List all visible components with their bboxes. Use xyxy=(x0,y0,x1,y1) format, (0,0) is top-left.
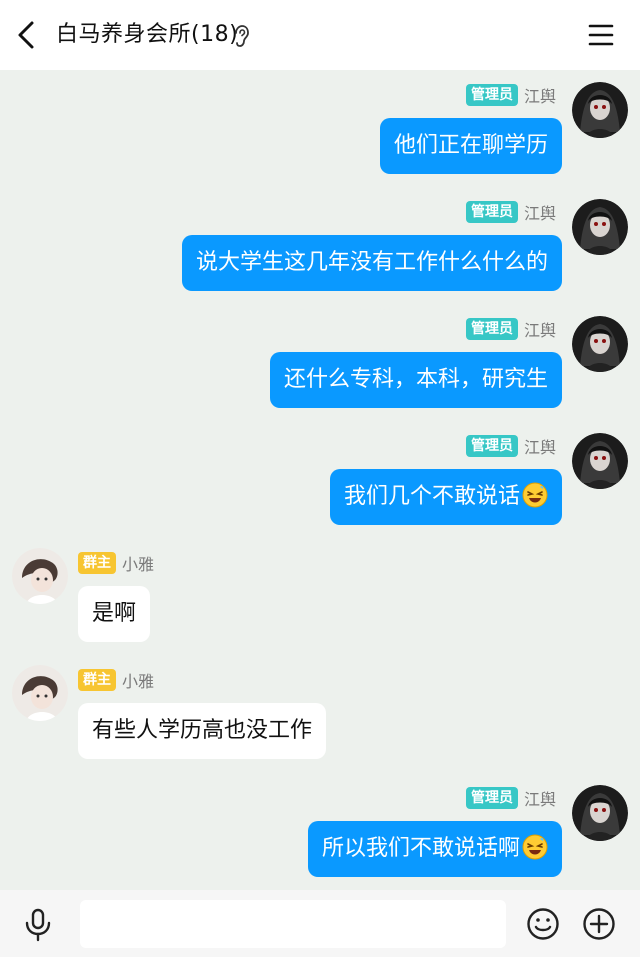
sender-info: 管理员 江舆 xyxy=(465,434,556,458)
admin-badge: 管理员 xyxy=(465,84,518,106)
message-row: 管理员 江舆还什么专科，本科，研究生 xyxy=(0,306,640,416)
chat-title: 白马养身会所(18) xyxy=(56,22,239,47)
smiley-icon xyxy=(527,908,559,940)
avatar[interactable] xyxy=(572,785,628,841)
message-text: 我们几个不敢说话 xyxy=(343,484,520,509)
message-text: 有些人学历高也没工作 xyxy=(92,718,313,743)
message-text: 是啊 xyxy=(92,601,137,626)
sender-name[interactable]: 小雅 xyxy=(122,668,154,692)
message-input[interactable] xyxy=(80,900,506,948)
avatar[interactable] xyxy=(12,548,68,604)
admin-badge: 管理员 xyxy=(465,787,518,809)
message-text: 说大学生这几年没有工作什么什么的 xyxy=(195,250,548,275)
message-row: 群主 小雅是啊 xyxy=(0,540,640,650)
plus-circle-icon xyxy=(583,908,615,940)
message-bubble[interactable]: 所以我们不敢说话啊 xyxy=(307,821,562,877)
menu-button[interactable] xyxy=(588,22,614,48)
chevron-left-icon xyxy=(18,21,34,49)
sender-info: 群主 小雅 xyxy=(78,669,154,691)
message-bubble[interactable]: 是啊 xyxy=(78,586,151,642)
laughing-emoji-icon xyxy=(522,482,548,508)
emoji-button[interactable] xyxy=(526,907,560,941)
message-bubble[interactable]: 有些人学历高也没工作 xyxy=(78,703,327,759)
sender-name[interactable]: 江舆 xyxy=(524,317,556,341)
sender-name[interactable]: 江舆 xyxy=(524,434,556,458)
message-text: 所以我们不敢说话啊 xyxy=(321,836,520,861)
admin-badge: 管理员 xyxy=(465,435,518,457)
sender-info: 管理员 江舆 xyxy=(465,786,556,810)
admin-badge: 管理员 xyxy=(465,318,518,340)
message-row: 群主 小雅有些人学历高也没工作 xyxy=(0,657,640,767)
input-bar xyxy=(0,890,640,957)
sender-info: 群主 小雅 xyxy=(78,552,154,574)
laughing-emoji-icon xyxy=(522,834,548,860)
message-row: 管理员 江舆他们正在聊学历 xyxy=(0,72,640,182)
sender-info: 管理员 江舆 xyxy=(465,200,556,224)
menu-icon xyxy=(588,24,614,46)
sender-name[interactable]: 江舆 xyxy=(524,83,556,107)
avatar[interactable] xyxy=(572,82,628,138)
admin-badge: 管理员 xyxy=(465,201,518,223)
avatar[interactable] xyxy=(572,433,628,489)
avatar[interactable] xyxy=(12,665,68,721)
message-row: 管理员 江舆说大学生这几年没有工作什么什么的 xyxy=(0,189,640,299)
message-row: 管理员 江舆我们几个不敢说话 xyxy=(0,423,640,533)
message-list[interactable]: 管理员 江舆 他们正在聊学历 管理员 江舆 说大学生这几年没有工作什么什么的 管理员 江舆 还什… xyxy=(0,70,640,890)
message-bubble[interactable]: 还什么专科，本科，研究生 xyxy=(269,352,562,408)
ear-icon[interactable] xyxy=(232,24,250,48)
sender-name[interactable]: 江舆 xyxy=(524,200,556,224)
message-text: 还什么专科，本科，研究生 xyxy=(283,367,548,392)
owner-badge: 群主 xyxy=(78,552,116,574)
avatar[interactable] xyxy=(572,316,628,372)
owner-badge: 群主 xyxy=(78,669,116,691)
message-row: 管理员 江舆所以我们不敢说话啊 xyxy=(0,775,640,885)
microphone-icon xyxy=(25,908,51,942)
message-bubble[interactable]: 说大学生这几年没有工作什么什么的 xyxy=(181,235,562,291)
sender-name[interactable]: 江舆 xyxy=(524,786,556,810)
sender-info: 管理员 江舆 xyxy=(465,317,556,341)
back-button[interactable] xyxy=(14,18,42,52)
chat-header: 白马养身会所(18) xyxy=(0,0,640,70)
message-bubble[interactable]: 他们正在聊学历 xyxy=(379,118,562,174)
avatar[interactable] xyxy=(572,199,628,255)
sender-name[interactable]: 小雅 xyxy=(122,551,154,575)
sender-info: 管理员 江舆 xyxy=(465,83,556,107)
message-bubble[interactable]: 我们几个不敢说话 xyxy=(329,469,562,525)
voice-button[interactable] xyxy=(22,908,54,942)
more-button[interactable] xyxy=(582,907,616,941)
message-text: 他们正在聊学历 xyxy=(393,133,548,158)
